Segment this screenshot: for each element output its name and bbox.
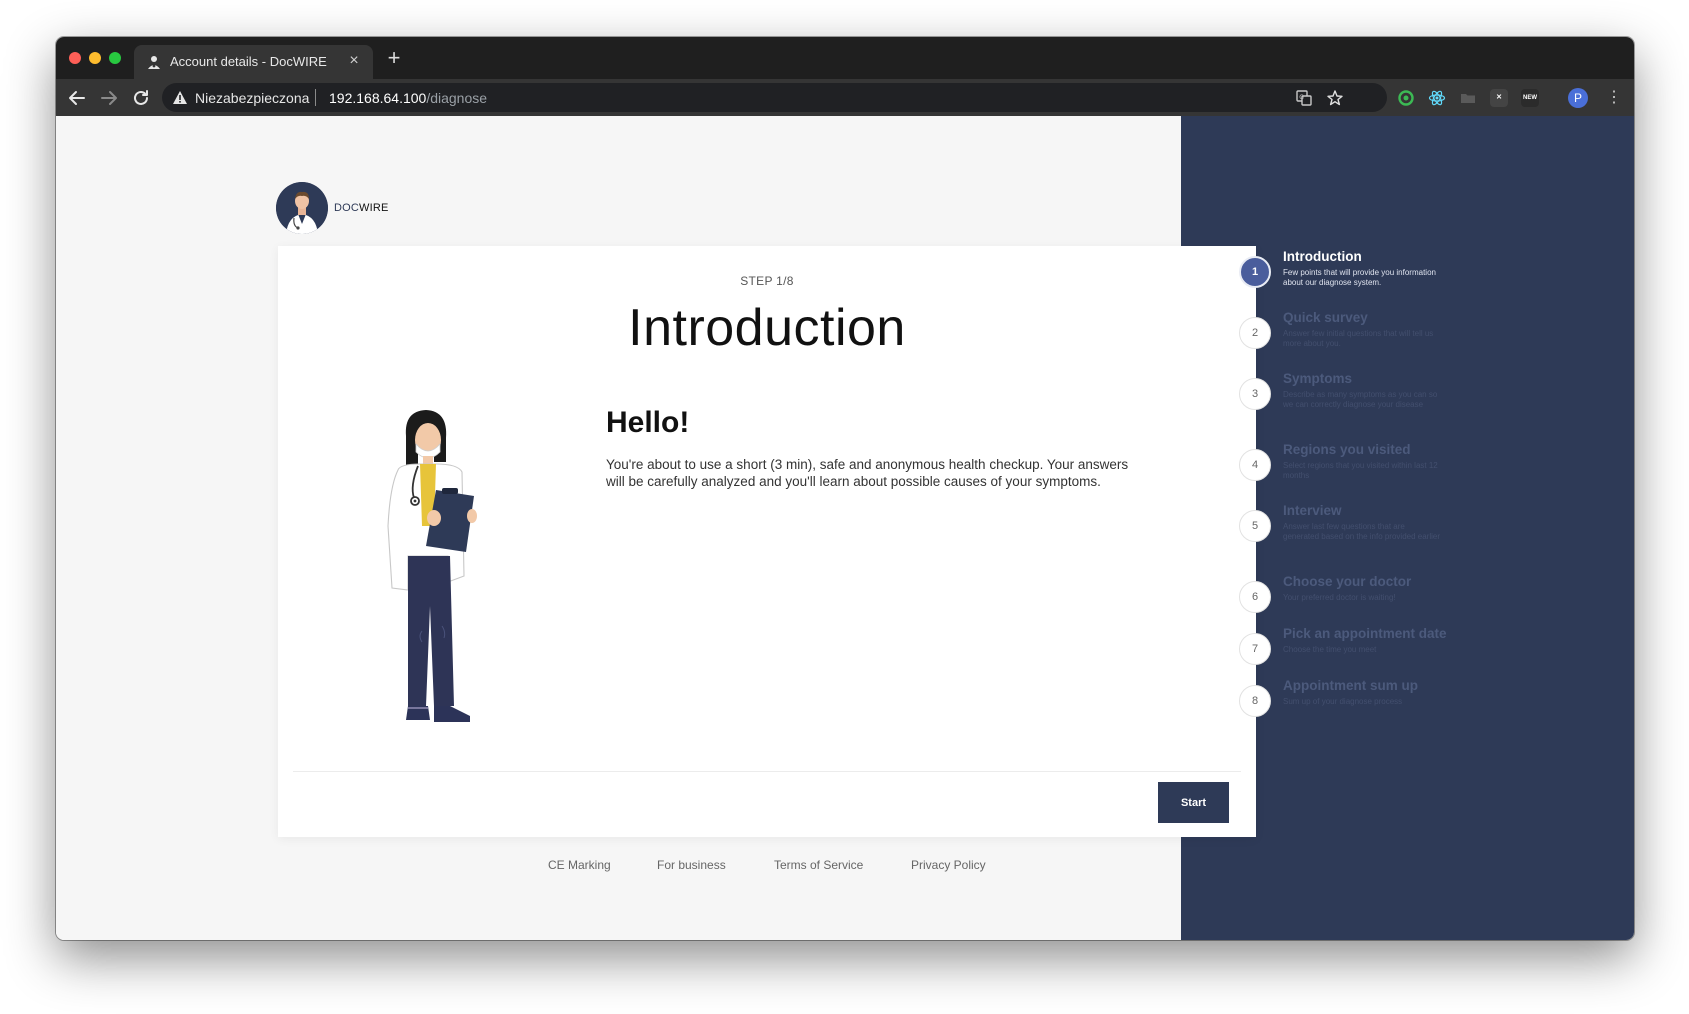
step-number: 3 — [1239, 378, 1271, 410]
doctor-favicon-icon — [148, 56, 160, 69]
footer-link-ce-marking[interactable]: CE Marking — [548, 858, 611, 872]
browser-toolbar: Niezabezpieczona 192.168.64.100/diagnose… — [56, 79, 1634, 116]
step-number: 5 — [1239, 510, 1271, 542]
minimize-window-button[interactable] — [89, 52, 101, 64]
card-divider — [293, 771, 1241, 772]
docwire-logo-text[interactable]: DOCWIRE — [334, 202, 389, 214]
new-badge-extension-icon[interactable]: NEW — [1521, 89, 1539, 107]
docwire-logo-avatar[interactable] — [276, 182, 328, 234]
back-arrow-icon[interactable] — [66, 87, 88, 109]
folder-glyph — [1461, 94, 1475, 103]
footer-link-for-business[interactable]: For business — [657, 858, 726, 872]
step-number: 2 — [1239, 317, 1271, 349]
greeting-heading: Hello! — [606, 406, 690, 439]
green-ring-extension-icon[interactable] — [1397, 89, 1415, 107]
step-title: Appointment sum up — [1283, 678, 1418, 693]
page-content: DOCWIRE STEP 1/8 Introduction Hello! You… — [56, 116, 1634, 940]
browser-menu-icon[interactable]: ⋮ — [1606, 89, 1622, 107]
step-title: Interview — [1283, 503, 1342, 518]
step-title: Quick survey — [1283, 310, 1368, 325]
step-number: 7 — [1239, 633, 1271, 665]
url-text[interactable]: 192.168.64.100/diagnose — [329, 90, 487, 106]
step-number: 4 — [1239, 449, 1271, 481]
step-description: Answer last few questions that are gener… — [1283, 522, 1440, 541]
tab-close-icon[interactable]: × — [345, 52, 363, 70]
browser-tab[interactable]: Account details - DocWIRE × — [134, 45, 373, 79]
url-path: /diagnose — [426, 90, 488, 106]
logo-prefix: DOC — [334, 202, 360, 214]
react-extension-icon[interactable] — [1428, 89, 1446, 107]
step-number: 8 — [1239, 685, 1271, 717]
maximize-window-button[interactable] — [109, 52, 121, 64]
warning-icon[interactable] — [172, 90, 188, 105]
security-label[interactable]: Niezabezpieczona — [195, 90, 309, 106]
step-counter: STEP 1/8 — [740, 274, 794, 288]
translate-icon[interactable]: G — [1295, 89, 1313, 107]
close-window-button[interactable] — [69, 52, 81, 64]
doctor-avatar-icon — [276, 182, 328, 234]
step-description: Your preferred doctor is waiting! — [1283, 593, 1396, 602]
step-description: Select regions that you visited within l… — [1283, 461, 1438, 480]
address-bar[interactable]: Niezabezpieczona 192.168.64.100/diagnose… — [162, 83, 1387, 112]
intro-paragraph: You're about to use a short (3 min), saf… — [606, 457, 1129, 489]
step-description: Describe as many symptoms as you can so … — [1283, 390, 1438, 409]
url-host: 192.168.64.100 — [329, 90, 427, 106]
step-description: Few points that will provide you informa… — [1283, 268, 1436, 287]
step-title: Choose your doctor — [1283, 574, 1412, 589]
step-title: Pick an appointment date — [1283, 626, 1447, 641]
bookmark-star-icon[interactable] — [1326, 89, 1344, 107]
logo-suffix: WIRE — [359, 202, 389, 214]
doctor-illustration — [387, 410, 477, 722]
address-separator — [315, 89, 316, 106]
tab-title: Account details - DocWIRE — [170, 54, 327, 69]
new-tab-button[interactable]: + — [383, 47, 405, 69]
reload-icon[interactable] — [130, 87, 152, 109]
tab-strip: Account details - DocWIRE × + — [56, 37, 1634, 79]
step-title: Regions you visited — [1283, 442, 1411, 457]
green-ring-glyph — [1398, 90, 1414, 106]
step-number: 6 — [1239, 581, 1271, 613]
page-title: Introduction — [628, 299, 906, 357]
svg-text:G: G — [1299, 94, 1304, 101]
step-title: Introduction — [1283, 249, 1362, 264]
footer-link-privacy-policy[interactable]: Privacy Policy — [911, 858, 986, 872]
intro-card: STEP 1/8 Introduction Hello! You're abou… — [278, 246, 1256, 837]
step-title: Symptoms — [1283, 371, 1353, 386]
footer-link-terms-of-service[interactable]: Terms of Service — [774, 858, 863, 872]
forward-arrow-icon[interactable] — [98, 87, 120, 109]
step-description: Answer few initial questions that will t… — [1283, 329, 1434, 348]
step-number: 1 — [1239, 256, 1271, 288]
profile-avatar[interactable]: P — [1568, 88, 1588, 108]
start-button[interactable]: Start — [1158, 782, 1229, 823]
x-extension-icon[interactable]: ✕ — [1490, 89, 1508, 107]
step-description: Sum up of your diagnose process — [1283, 697, 1403, 706]
folder-extension-icon[interactable] — [1459, 89, 1477, 107]
step-description: Choose the time you meet — [1283, 645, 1377, 654]
react-glyph — [1428, 90, 1446, 106]
browser-window: Account details - DocWIRE × + Niezabezpi… — [56, 37, 1634, 940]
